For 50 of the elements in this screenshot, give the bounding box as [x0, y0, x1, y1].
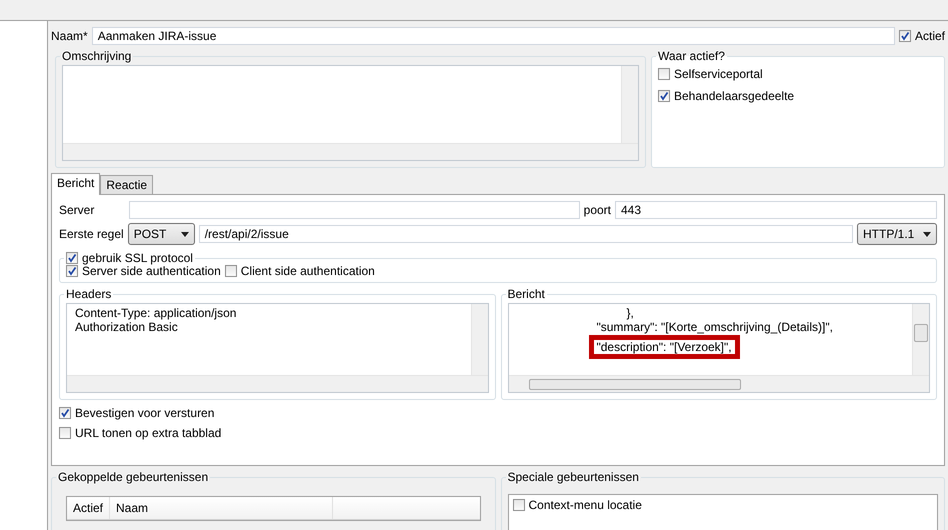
group-title: Waar actief? [657, 49, 726, 63]
group-title: Speciale gebeurtenissen [506, 470, 640, 484]
header-line: Authorization Basic [74, 320, 179, 334]
checkbox-label[interactable]: Actief [914, 29, 945, 43]
checkbox[interactable] [66, 265, 78, 277]
checkbox[interactable] [59, 407, 71, 419]
tab[interactable]: Reactie [100, 175, 154, 194]
checkbox-label[interactable]: Client side authentication [240, 264, 375, 278]
path-field[interactable]: /rest/api/2/issue [198, 225, 853, 243]
field-label: Eerste regel [59, 227, 124, 241]
text-area[interactable]: Content-Type: application/json Authorization Basic [66, 303, 488, 393]
vertical-scrollbar[interactable] [621, 66, 638, 143]
checkbox[interactable] [898, 30, 911, 42]
field-label: Naam* [51, 29, 88, 43]
message-line: }, [626, 306, 635, 320]
checkbox-label[interactable]: URL tonen op extra tabblad [75, 426, 222, 440]
caret-icon [923, 232, 931, 236]
group-title: Bericht [506, 287, 546, 301]
checkbox[interactable] [658, 68, 670, 80]
group-title: Omschrijving [61, 49, 132, 63]
version-dropdown[interactable]: HTTP/1.1 [857, 223, 937, 245]
port-field[interactable]: 443 [615, 201, 937, 219]
checkbox[interactable] [66, 252, 78, 264]
checkbox[interactable] [658, 90, 670, 102]
checkbox[interactable] [59, 427, 71, 439]
method-dropdown[interactable]: POST [128, 223, 195, 245]
tab[interactable]: Bericht [51, 173, 100, 195]
vertical-scrollbar[interactable] [470, 304, 488, 375]
text-area[interactable] [62, 65, 639, 161]
column-header[interactable]: Naam [110, 497, 334, 519]
group-title: Headers [65, 287, 112, 301]
vertical-scrollbar[interactable] [912, 304, 929, 375]
text-area[interactable]: }, "summary": "[Korte_omschrijving_(Details)]", "description": "[Verzoek]", [508, 303, 930, 393]
checkbox-label[interactable]: Context-menu locatie [528, 498, 642, 512]
field-label: poort [584, 203, 611, 217]
checkbox[interactable] [224, 265, 237, 277]
checkbox-label[interactable]: Behandelaarsgedeelte [674, 89, 794, 103]
header-line: Content-Type: application/json [74, 306, 238, 320]
name-field[interactable]: Aanmaken JIRA-issue [92, 27, 895, 45]
checkbox-label[interactable]: Bevestigen voor versturen [75, 406, 214, 420]
checkbox[interactable] [512, 499, 524, 511]
column-header[interactable]: Actief [67, 497, 110, 519]
checkbox-label[interactable]: Server side authentication [82, 264, 221, 278]
field-label: Server [59, 203, 96, 217]
caret-icon [180, 232, 189, 236]
checkbox-label[interactable]: gebruik SSL protocol [82, 251, 193, 265]
message-line: "summary": "[Korte_omschrijving_(Details)]", [596, 320, 834, 334]
server-field[interactable] [129, 201, 580, 219]
group-title: Gekoppelde gebeurtenissen [57, 470, 210, 484]
checkbox-label[interactable]: Selfserviceportal [674, 67, 763, 81]
